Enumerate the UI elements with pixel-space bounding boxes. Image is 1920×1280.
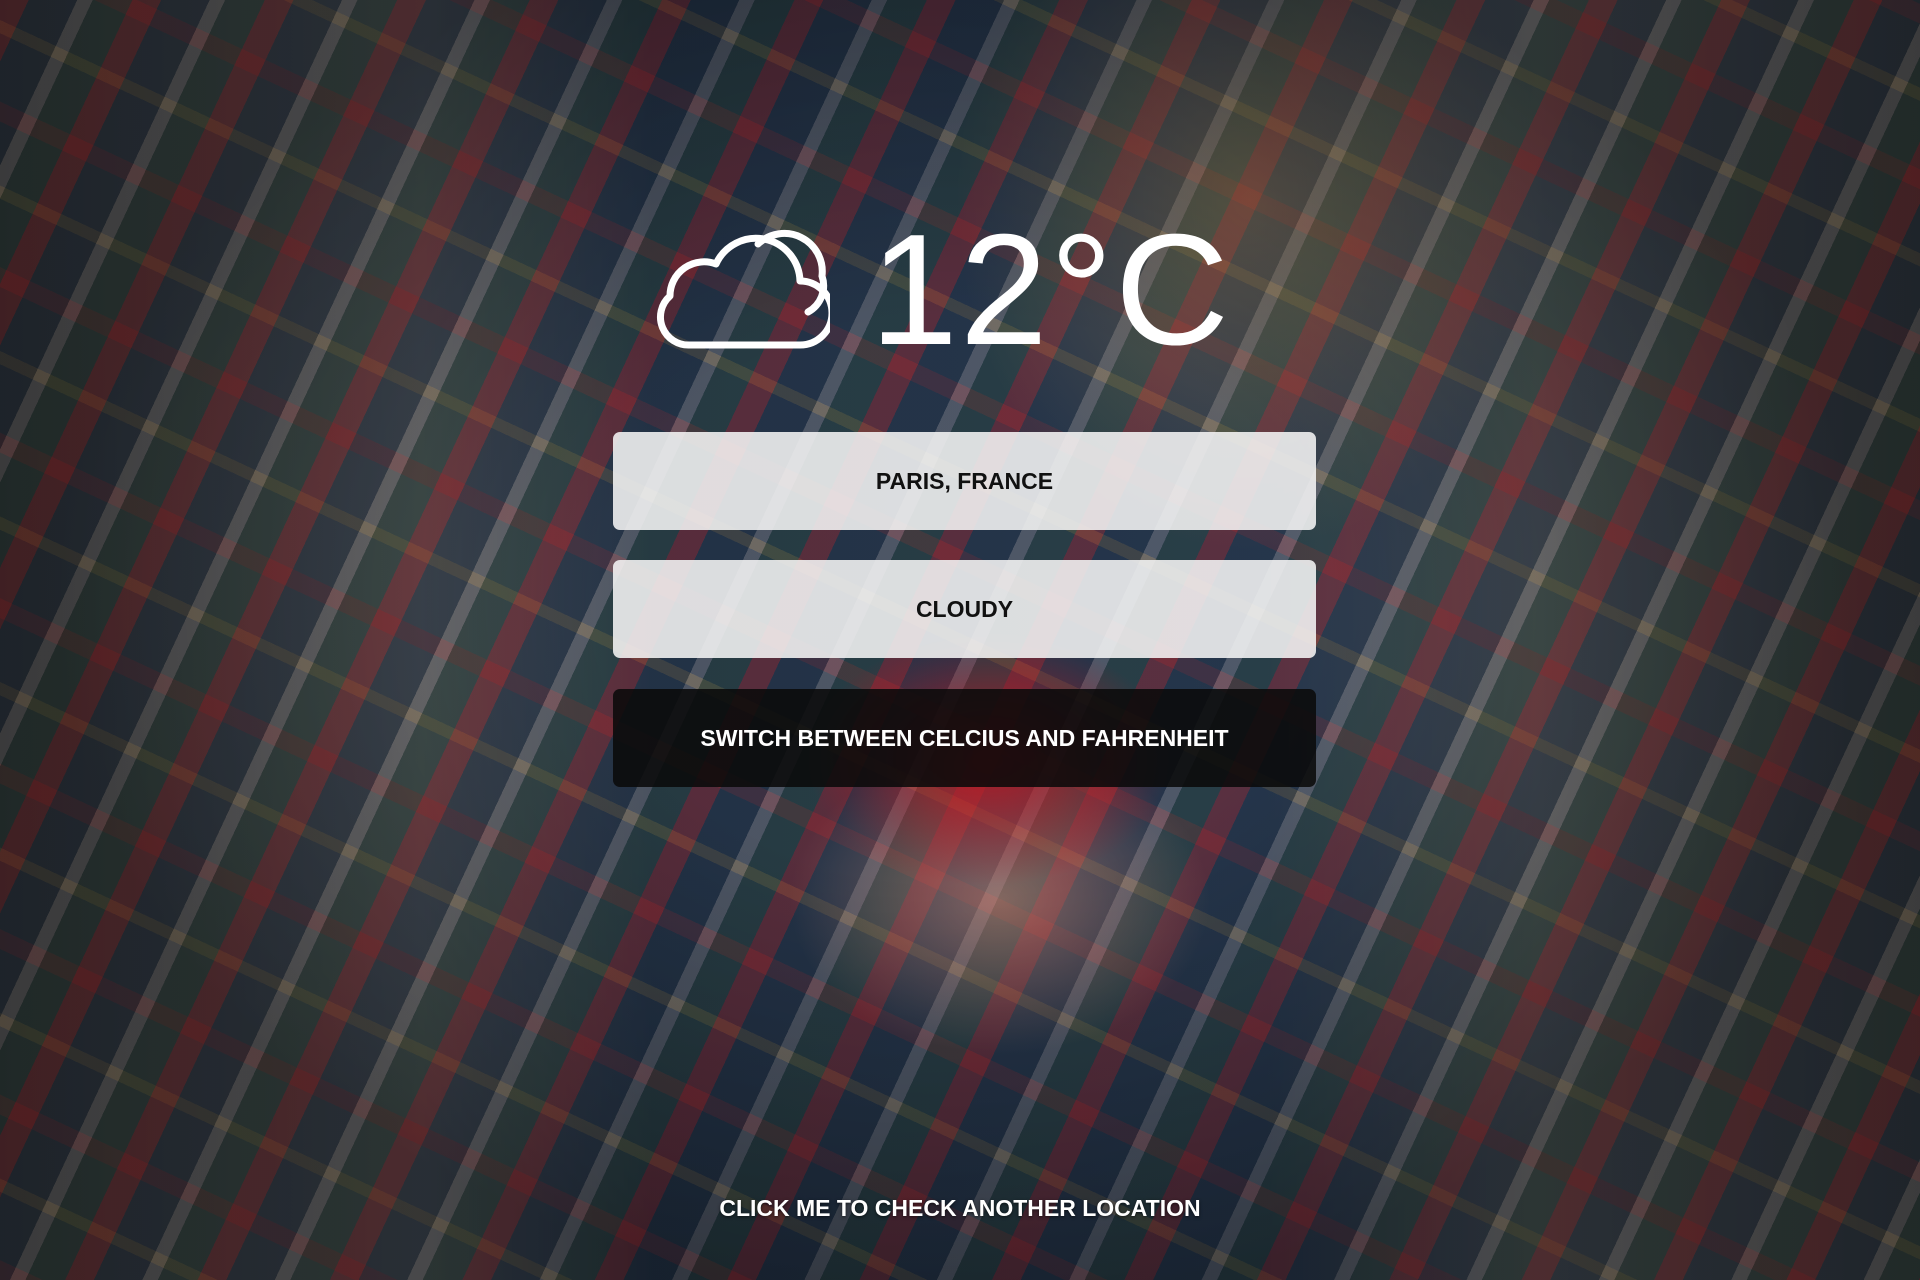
- temperature-value: 12°C: [870, 202, 1232, 378]
- check-another-location-link[interactable]: CLICK ME TO CHECK ANOTHER LOCATION: [0, 1195, 1920, 1222]
- weather-summary: 12°C: [650, 210, 1300, 370]
- location-display: PARIS, FRANCE: [613, 432, 1316, 530]
- switch-units-button[interactable]: SWITCH BETWEEN CELCIUS AND FAHRENHEIT: [613, 689, 1316, 787]
- condition-display: CLOUDY: [613, 560, 1316, 658]
- cloud-icon: [657, 229, 830, 349]
